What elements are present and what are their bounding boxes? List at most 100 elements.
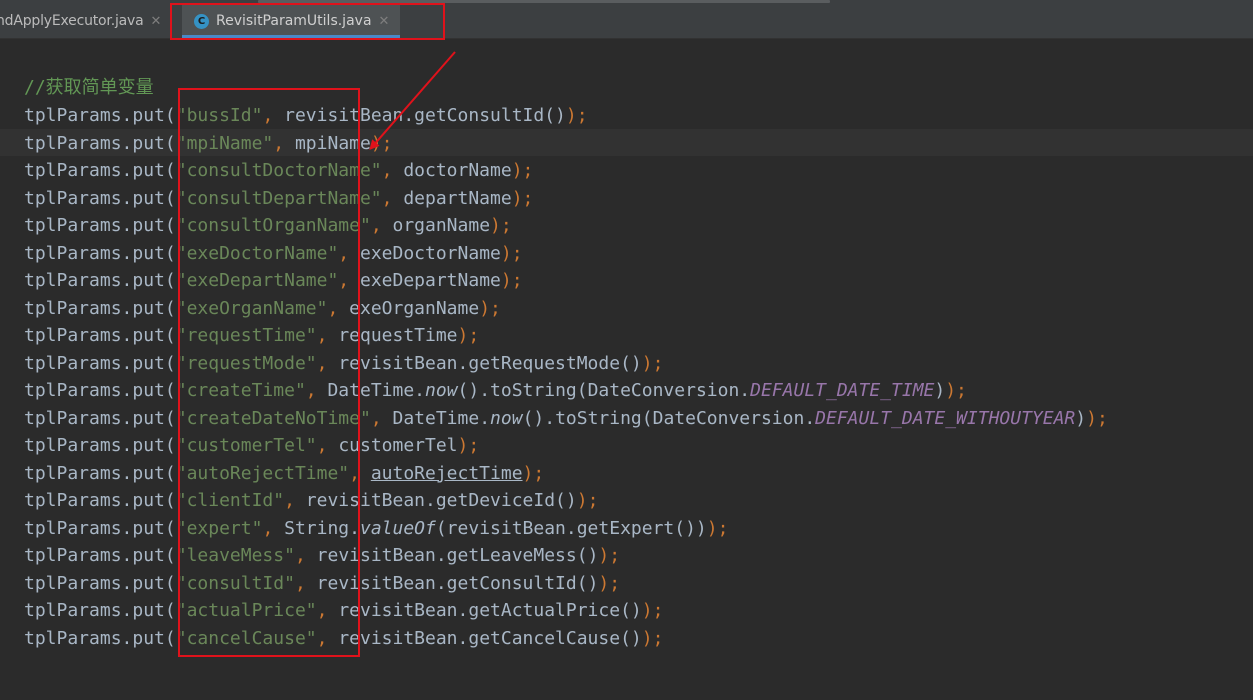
- open-paren: (: [164, 490, 176, 511]
- statement-end: );: [370, 132, 393, 154]
- string-key: "actualPrice": [175, 600, 317, 621]
- code-line: tplParams.put("autoRejectTime", autoReje…: [24, 460, 544, 487]
- comma: ,: [316, 600, 339, 621]
- code-line: tplParams.put("exeDepartName", exeDepart…: [24, 267, 523, 294]
- code-comment: //获取简单变量: [24, 77, 154, 98]
- code-line: tplParams.put("customerTel", customerTel…: [24, 432, 479, 459]
- value-expression: requestTime: [338, 325, 458, 346]
- value-expression: doctorName: [403, 160, 512, 181]
- open-paren: (: [164, 270, 176, 291]
- method-call: tplParams.put: [24, 407, 165, 429]
- code-line: tplParams.put("createTime", DateTime.now…: [24, 377, 967, 404]
- comma: ,: [370, 215, 393, 236]
- open-paren: (: [164, 187, 176, 209]
- open-paren: (: [164, 517, 176, 539]
- string-key: "mpiName": [175, 132, 274, 154]
- statement-end: );: [706, 517, 729, 539]
- statement-end: );: [522, 462, 545, 484]
- value-expression: revisitBean.getLeaveMess(): [316, 545, 599, 566]
- statement-end: );: [457, 435, 480, 456]
- method-call: tplParams.put: [24, 160, 165, 181]
- method-call: tplParams.put: [24, 132, 165, 154]
- open-paren: (: [164, 435, 176, 456]
- code-line: tplParams.put("actualPrice", revisitBean…: [24, 597, 663, 624]
- tab-revisitparamutils[interactable]: C RevisitParamUtils.java ✕: [182, 4, 400, 38]
- static-method: valueOf: [359, 517, 436, 539]
- statement-end: );: [576, 490, 599, 511]
- string-key: "consultId": [175, 572, 295, 594]
- statement-end: );: [500, 242, 523, 264]
- value-expression: DateTime.: [327, 380, 426, 401]
- value-expression: revisitBean.getRequestMode(): [338, 352, 642, 374]
- value-expression: exeDepartName: [359, 270, 501, 291]
- tab-ndapplyexecutor[interactable]: ndApplyExecutor.java ✕: [0, 4, 176, 38]
- open-paren: (: [164, 215, 176, 236]
- value-expression: revisitBean.getDeviceId(): [305, 490, 577, 511]
- value-expression: ().toString(DateConversion.: [457, 380, 751, 401]
- comma: ,: [262, 517, 285, 539]
- value-expression: ): [1075, 407, 1087, 429]
- value-expression: revisitBean.getConsultId(): [316, 572, 599, 594]
- comma: ,: [316, 352, 339, 374]
- string-key: "createTime": [175, 380, 306, 401]
- open-paren: (: [164, 545, 176, 566]
- string-key: "cancelCause": [175, 627, 317, 649]
- open-paren: (: [164, 380, 176, 401]
- string-key: "leaveMess": [175, 545, 295, 566]
- comma: ,: [294, 572, 317, 594]
- code-line: tplParams.put("requestMode", revisitBean…: [24, 350, 663, 377]
- code-line: tplParams.put("expert", String.valueOf(r…: [24, 515, 728, 542]
- statement-end: );: [1086, 407, 1108, 429]
- open-paren: (: [164, 352, 176, 374]
- comma: ,: [381, 160, 404, 181]
- string-key: "exeOrganName": [175, 297, 328, 319]
- string-key: "createDateNoTime": [175, 407, 371, 429]
- code-editor[interactable]: //获取简单变量 tplParams.put("bussId", revisit…: [0, 39, 1253, 700]
- constant-field: DEFAULT_DATE_TIME: [750, 380, 935, 401]
- close-icon[interactable]: ✕: [379, 14, 390, 29]
- code-line: tplParams.put("exeDoctorName", exeDoctor…: [24, 240, 523, 267]
- tab-scrollbar-thumb[interactable]: [258, 0, 830, 3]
- comma: ,: [305, 380, 328, 401]
- comma: ,: [284, 490, 306, 511]
- statement-end: );: [511, 160, 534, 181]
- open-paren: (: [164, 462, 176, 484]
- statement-end: );: [479, 297, 501, 319]
- code-line: tplParams.put("exeOrganName", exeOrganNa…: [24, 295, 501, 322]
- code-line: tplParams.put("consultId", revisitBean.g…: [24, 570, 620, 597]
- value-expression: ().toString(DateConversion.: [522, 407, 816, 429]
- method-call: tplParams.put: [24, 297, 165, 319]
- value-expression: ): [934, 380, 946, 401]
- tab-label: ndApplyExecutor.java: [0, 13, 144, 29]
- statement-end: );: [598, 572, 621, 594]
- method-call: tplParams.put: [24, 490, 165, 511]
- value-expression: revisitBean.getCancelCause(): [338, 627, 642, 649]
- code-line: tplParams.put("requestTime", requestTime…: [24, 322, 479, 349]
- method-call: tplParams.put: [24, 105, 165, 126]
- constant-field: DEFAULT_DATE_WITHOUTYEAR: [815, 407, 1076, 429]
- string-key: "expert": [175, 517, 263, 539]
- open-paren: (: [164, 242, 176, 264]
- close-icon[interactable]: ✕: [150, 14, 161, 29]
- editor-tab-bar: ndApplyExecutor.java ✕ C RevisitParamUti…: [0, 4, 1253, 39]
- string-key: "consultOrganName": [175, 215, 371, 236]
- method-call: tplParams.put: [24, 600, 165, 621]
- value-expression: revisitBean.getConsultId(): [284, 105, 566, 126]
- code-line: tplParams.put("consultDepartName", depar…: [24, 185, 533, 212]
- statement-end: );: [457, 325, 480, 346]
- method-call: tplParams.put: [24, 462, 165, 484]
- code-line: tplParams.put("mpiName", mpiName);: [24, 130, 393, 157]
- open-paren: (: [164, 572, 176, 594]
- open-paren: (: [164, 627, 176, 649]
- statement-end: );: [565, 105, 588, 126]
- method-call: tplParams.put: [24, 325, 165, 346]
- code-line: tplParams.put("consultOrganName", organN…: [24, 212, 512, 239]
- code-line: tplParams.put("bussId", revisitBean.getC…: [24, 102, 588, 129]
- code-line: tplParams.put("consultDoctorName", docto…: [24, 157, 533, 184]
- tab-label: RevisitParamUtils.java: [216, 13, 372, 29]
- statement-end: );: [641, 600, 664, 621]
- string-key: "autoRejectTime": [175, 462, 350, 484]
- comma: ,: [338, 242, 360, 264]
- code-line: tplParams.put("createDateNoTime", DateTi…: [24, 405, 1108, 432]
- comma: ,: [316, 325, 339, 346]
